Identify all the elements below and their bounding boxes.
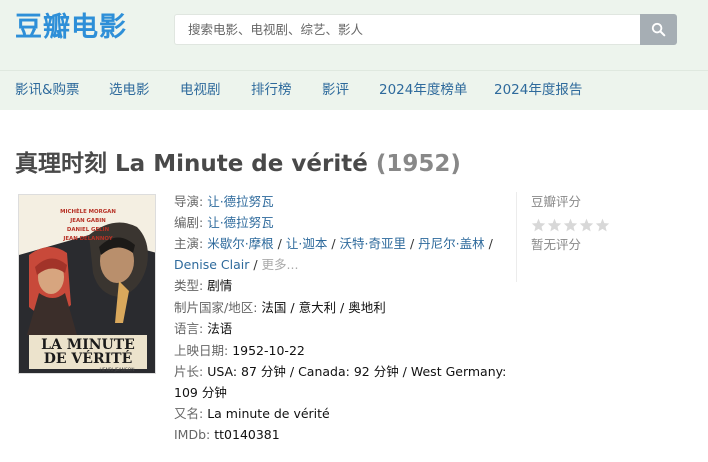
language-label: 语言: [174, 321, 204, 336]
poster-credit-2: JEAN GABIN [69, 218, 106, 224]
rating-stars [531, 218, 610, 232]
cast-link-2[interactable]: 让·迦本 [286, 236, 327, 251]
genre-value: 剧情 [207, 278, 233, 293]
cast-more-link[interactable]: 更多... [262, 257, 299, 272]
country-label: 制片国家/地区: [174, 300, 258, 315]
cast-link-1[interactable]: 米歇尔·摩根 [207, 236, 273, 251]
writer-row: 编剧: 让·德拉努瓦 [174, 213, 274, 233]
imdb-value: tt0140381 [214, 427, 280, 442]
cast-link-4[interactable]: 丹尼尔·盖林 [418, 236, 484, 251]
nav-tickets[interactable]: 影讯&购票 [15, 81, 80, 99]
poster-credit-3: DANIEL GELIN [67, 227, 110, 233]
rating-panel: 豆瓣评分 暂无评分 [516, 192, 636, 282]
star-icon [563, 218, 578, 232]
writer-link[interactable]: 让·德拉努瓦 [207, 215, 273, 230]
nav-explore-movies[interactable]: 选电影 [109, 81, 150, 99]
director-label: 导演: [174, 194, 204, 209]
cast-label: 主演: [174, 236, 204, 251]
nav-reviews[interactable]: 影评 [322, 81, 349, 99]
release-value: 1952-10-22 [232, 343, 305, 358]
runtime-value: USA: 87 分钟 / Canada: 92 分钟 / West German… [207, 364, 507, 379]
nav-annual-list[interactable]: 2024年度榜单 [379, 81, 467, 99]
movie-title: 真理时刻 La Minute de vérité (1952) [15, 148, 461, 180]
release-row: 上映日期: 1952-10-22 [174, 341, 305, 361]
country-value: 法国 / 意大利 / 奥地利 [261, 300, 386, 315]
movie-title-text: 真理时刻 La Minute de vérité [15, 151, 368, 177]
poster-credit-1: MICHÈLE MORGAN [60, 207, 116, 215]
poster-credit-4: JEAN DELANNOY [62, 236, 112, 242]
nav-annual-report[interactable]: 2024年度报告 [494, 81, 582, 99]
movie-year: (1952) [375, 151, 461, 177]
header: 豆瓣电影 影讯&购票 选电影 电视剧 排行榜 影评 2024年度榜单 2024年… [0, 0, 708, 110]
runtime-label: 片长: [174, 364, 204, 379]
cast-link-5[interactable]: Denise Clair [174, 257, 249, 272]
cast-row-continued: Denise Clair / 更多... [174, 257, 299, 272]
release-label: 上映日期: [174, 343, 229, 358]
imdb-row: IMDb: tt0140381 [174, 425, 280, 445]
star-icon [531, 218, 546, 232]
search-icon [651, 22, 666, 37]
cast-row: 主演: 米歇尔·摩根 / 让·迦本 / 沃特·奇亚里 / 丹尼尔·盖林 / [174, 236, 493, 251]
runtime-value-continued: 109 分钟 [174, 385, 227, 400]
star-icon [547, 218, 562, 232]
genre-row: 类型: 剧情 [174, 276, 232, 296]
poster-image: MICHÈLE MORGAN JEAN GABIN DANIEL GELIN J… [19, 195, 155, 373]
imdb-label: IMDb: [174, 427, 211, 442]
nav-chart[interactable]: 排行榜 [251, 81, 292, 99]
no-rating-text: 暂无评分 [531, 237, 582, 252]
poster-credit-bottom: HENRI JEANSON [100, 367, 135, 373]
cast-link-3[interactable]: 沃特·奇亚里 [340, 236, 406, 251]
director-row: 导演: 让·德拉努瓦 [174, 192, 274, 212]
director-link[interactable]: 让·德拉努瓦 [207, 194, 273, 209]
language-row: 语言: 法语 [174, 319, 232, 339]
rating-label: 豆瓣评分 [531, 194, 582, 209]
writer-label: 编剧: [174, 215, 204, 230]
genre-label: 类型: [174, 278, 204, 293]
search-input[interactable] [174, 14, 640, 45]
star-icon [595, 218, 610, 232]
aka-label: 又名: [174, 406, 204, 421]
movie-poster[interactable]: MICHÈLE MORGAN JEAN GABIN DANIEL GELIN J… [18, 194, 156, 374]
aka-row: 又名: La minute de vérité [174, 404, 330, 424]
country-row: 制片国家/地区: 法国 / 意大利 / 奥地利 [174, 298, 386, 318]
aka-value: La minute de vérité [207, 406, 330, 421]
poster-title-line-2: DE VÉRITÉ [44, 349, 133, 367]
runtime-row: 片长: USA: 87 分钟 / Canada: 92 分钟 / West Ge… [174, 362, 506, 382]
runtime-row-continued: 109 分钟 [174, 383, 227, 403]
search-button[interactable] [640, 14, 677, 45]
language-value: 法语 [207, 321, 233, 336]
main-nav: 影讯&购票 选电影 电视剧 排行榜 影评 2024年度榜单 2024年度报告 [0, 70, 708, 110]
douban-movie-logo[interactable]: 豆瓣电影 [15, 10, 127, 46]
nav-tv[interactable]: 电视剧 [180, 81, 221, 99]
search-bar [174, 14, 677, 45]
star-icon [579, 218, 594, 232]
